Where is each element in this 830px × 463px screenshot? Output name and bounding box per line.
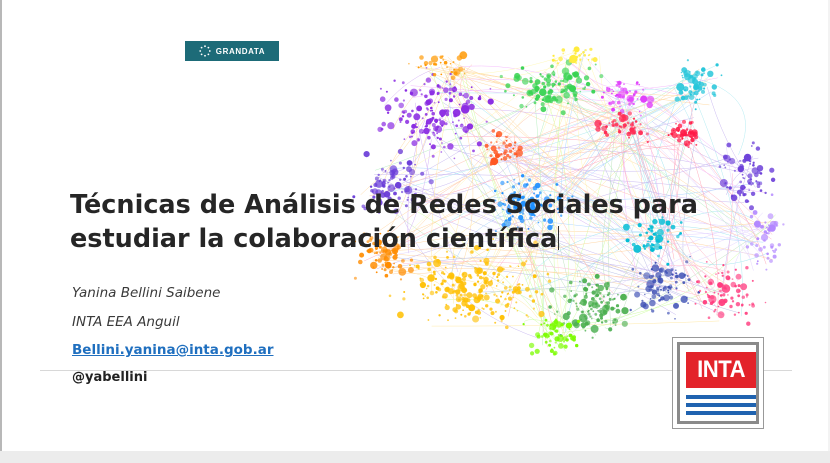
inta-logo-frame: INTA — [677, 342, 759, 424]
grandata-logo: GRANDATA — [185, 41, 279, 61]
author-affiliation: INTA EEA Anguil — [72, 314, 180, 330]
inta-logo-red-box: INTA — [686, 352, 756, 388]
slide-title[interactable]: Técnicas de Análisis de Redes Sociales p… — [70, 188, 720, 256]
text-caret — [558, 226, 560, 250]
bottom-strip — [0, 451, 830, 463]
slide[interactable]: GRANDATA Técnicas de Análisis de Redes S… — [2, 0, 828, 451]
inta-logo-stripe — [686, 395, 756, 399]
twitter-handle: @yabellini — [72, 370, 148, 385]
grandata-logo-text: GRANDATA — [215, 46, 266, 56]
slide-title-line-2: estudiar la colaboración científica — [70, 222, 720, 256]
inta-logo: INTA — [672, 337, 764, 429]
presentation-canvas: GRANDATA Técnicas de Análisis de Redes S… — [0, 0, 830, 463]
author-name: Yanina Bellini Saibene — [72, 285, 221, 301]
inta-logo-stripe — [686, 403, 756, 407]
slide-title-line-2-text: estudiar la colaboración científica — [70, 224, 558, 254]
slide-title-line-1: Técnicas de Análisis de Redes Sociales p… — [70, 190, 698, 220]
inta-logo-text: INTA — [696, 356, 746, 383]
email-link[interactable]: Bellini.yanina@inta.gob.ar — [72, 342, 274, 358]
dotted-ring-icon — [199, 45, 211, 57]
inta-logo-stripe — [686, 411, 756, 415]
